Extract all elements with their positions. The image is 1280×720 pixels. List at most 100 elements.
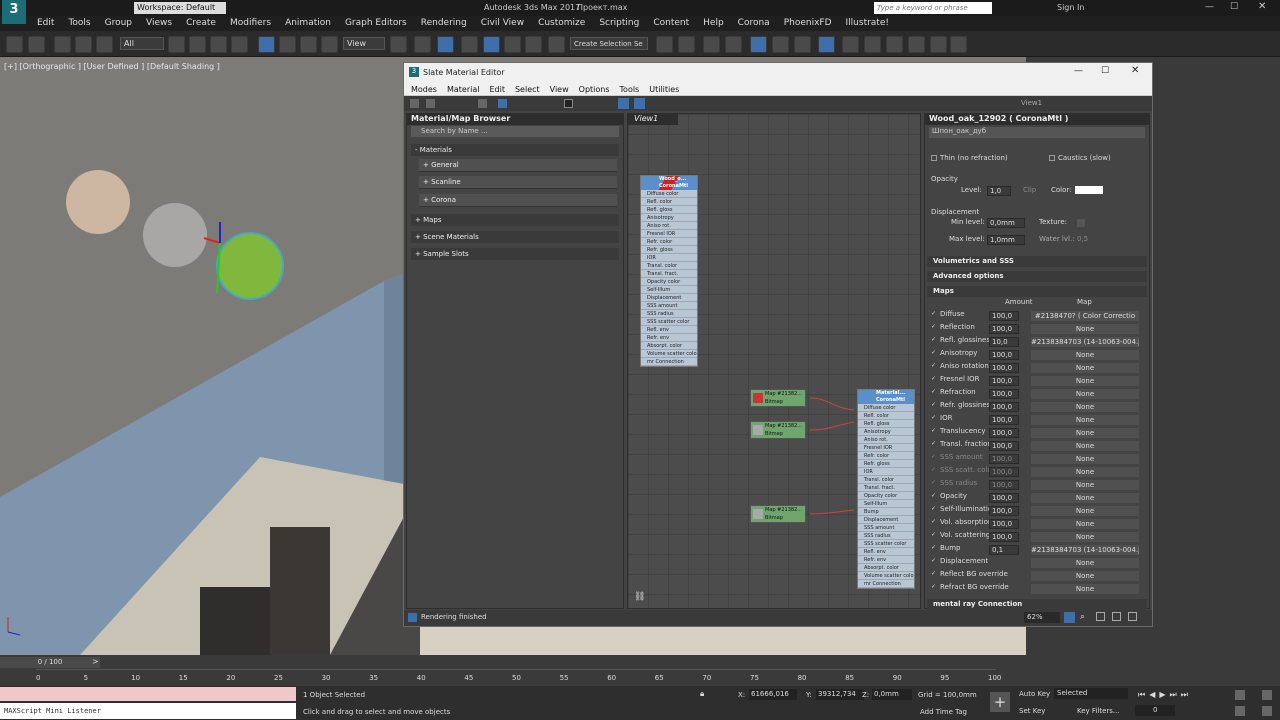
node-slot[interactable]: Refr. color [641, 238, 697, 246]
map-enable-checkbox[interactable]: ✓ [931, 363, 937, 369]
named-selection-set-dropdown[interactable]: Create Selection Se [570, 37, 648, 50]
browser-search-input[interactable]: Search by Name ... [411, 126, 619, 137]
map-slot-button[interactable]: None [1031, 519, 1139, 529]
node-slot[interactable]: Transl. fract. [641, 270, 697, 278]
rollout-mental-ray-connection[interactable]: mental ray Connection [927, 599, 1147, 610]
menu-item-3[interactable]: Views [139, 17, 179, 29]
node-slot[interactable]: Refl. color [858, 412, 914, 420]
menu-item-10[interactable]: Customize [531, 17, 592, 29]
material-node-wood-oak[interactable]: Wood_o... CoronaMtl Diffuse color Refl. c… [640, 175, 698, 367]
menu-item-4[interactable]: Create [179, 17, 223, 29]
opacity-color-swatch[interactable] [1075, 186, 1103, 194]
map-slot-button[interactable]: None [1031, 454, 1139, 464]
map-amount-spinner[interactable]: 100,0 [989, 493, 1019, 503]
workspace-dropdown[interactable]: Workspace: Default [134, 2, 226, 14]
map-slot-button[interactable]: None [1031, 558, 1139, 568]
map-amount-spinner[interactable]: 100,0 [989, 402, 1019, 412]
pan-icon[interactable] [1064, 612, 1075, 623]
minimize-icon[interactable]: — [1205, 2, 1214, 12]
map-enable-checkbox[interactable]: ✓ [931, 532, 937, 538]
min-level-spinner[interactable]: 0,0mm [987, 218, 1025, 228]
current-frame-field[interactable]: 0 [1135, 705, 1175, 716]
bitmap-node-2[interactable]: Map #21382... Bitmap [750, 421, 806, 439]
node-slot[interactable]: Refl. gloss [641, 206, 697, 214]
undo-icon[interactable] [6, 36, 23, 53]
browser-section-sample-slots[interactable]: + Sample Slots [411, 248, 619, 260]
map-amount-spinner[interactable]: 100,0 [989, 363, 1019, 373]
pick-material-icon[interactable] [426, 99, 435, 108]
node-slot[interactable]: SSS radius [641, 310, 697, 318]
node-slot[interactable]: Displacement [858, 516, 914, 524]
map-slot-button[interactable]: None [1031, 428, 1139, 438]
sme-close-icon[interactable]: ✕ [1131, 65, 1139, 76]
sme-minimize-icon[interactable]: — [1074, 66, 1083, 76]
rollout-volumetrics-sss[interactable]: Volumetrics and SSS [927, 256, 1147, 267]
delete-selected-icon[interactable] [478, 99, 487, 108]
map-slot-button[interactable]: None [1031, 571, 1139, 581]
map-enable-checkbox[interactable]: ✓ [931, 506, 937, 512]
auto-key-button[interactable]: Auto Key [1019, 690, 1050, 698]
app-logo-icon[interactable]: 3 [2, 0, 26, 24]
node-slot[interactable]: Refr. color [858, 452, 914, 460]
map-slot-button[interactable]: None [1031, 480, 1139, 490]
map-amount-spinner[interactable]: 100,0 [989, 415, 1019, 425]
sme-menu-item-6[interactable]: Tools [615, 83, 645, 96]
map-slot-button[interactable]: #2138470? ( Color Correctio [1031, 311, 1139, 321]
snaps-toggle-icon[interactable] [461, 36, 478, 53]
material-node-second[interactable]: Material... CoronaMtl Diffuse color Refl.… [857, 389, 915, 589]
node-slot[interactable]: Diffuse color [858, 404, 914, 412]
map-slot-button[interactable]: None [1031, 467, 1139, 477]
sme-menu-item-3[interactable]: Select [510, 83, 545, 96]
sme-menu-item-0[interactable]: Modes [406, 83, 442, 96]
map-slot-button[interactable]: None [1031, 506, 1139, 516]
max-level-spinner[interactable]: 1,0mm [987, 235, 1025, 245]
map-enable-checkbox[interactable]: ✓ [931, 545, 937, 551]
node-slot[interactable]: Fresnel IOR [641, 230, 697, 238]
map-enable-checkbox[interactable]: ✓ [931, 571, 937, 577]
map-enable-checkbox[interactable]: ✓ [931, 519, 937, 525]
node-slot[interactable]: Anisotropy [641, 214, 697, 222]
z-coordinate-field[interactable]: 0,0mm [872, 689, 912, 700]
node-slot[interactable]: Refr. env [858, 556, 914, 564]
maximize-icon[interactable]: ☐ [1230, 2, 1238, 12]
node-slot[interactable]: IOR [641, 254, 697, 262]
sme-menu-item-7[interactable]: Utilities [644, 83, 684, 96]
browser-section-materials[interactable]: - Materials [411, 144, 619, 156]
map-slot-button[interactable]: None [1031, 363, 1139, 373]
search-input[interactable]: Type a keyword or phrase [874, 2, 992, 14]
select-and-move-icon[interactable] [258, 36, 275, 53]
menu-item-7[interactable]: Graph Editors [338, 17, 414, 29]
browser-section-scene-materials[interactable]: + Scene Materials [411, 231, 619, 243]
sign-in-link[interactable]: Sign In [1057, 3, 1084, 12]
menu-item-2[interactable]: Group [98, 17, 139, 29]
map-enable-checkbox[interactable]: ✓ [931, 376, 937, 382]
show-background-icon[interactable] [564, 99, 573, 108]
node-slot[interactable]: SSS radius [858, 532, 914, 540]
node-slot[interactable]: Diffuse color [641, 190, 697, 198]
curve-editor-icon[interactable] [772, 36, 789, 53]
node-slot[interactable]: Aniso rot. [641, 222, 697, 230]
node-slot[interactable]: Refl. env [858, 548, 914, 556]
menu-item-15[interactable]: PhoenixFD [777, 17, 839, 29]
manipulate-icon[interactable] [414, 36, 431, 53]
map-slot-button[interactable]: None [1031, 493, 1139, 503]
maxscript-mini-listener[interactable]: MAXScript Mini Listener [0, 703, 296, 719]
time-config-icon[interactable] [1235, 690, 1245, 700]
assign-material-icon[interactable] [498, 99, 507, 108]
map-amount-spinner[interactable]: 100,0 [989, 350, 1019, 360]
edit-named-selection-icon[interactable] [548, 36, 565, 53]
select-and-place-icon[interactable] [321, 36, 338, 53]
map-slot-button[interactable]: None [1031, 350, 1139, 360]
node-slot[interactable]: Transl. color [858, 476, 914, 484]
render-production-icon[interactable] [886, 36, 903, 53]
map-enable-checkbox[interactable]: ✓ [931, 584, 937, 590]
map-amount-spinner[interactable]: 100,0 [989, 428, 1019, 438]
lock-selection-icon[interactable]: 🔒︎ [700, 689, 704, 699]
link-icon[interactable] [54, 36, 71, 53]
texture-map-button[interactable] [1077, 219, 1085, 227]
map-enable-checkbox[interactable]: ✓ [931, 467, 937, 473]
map-amount-spinner[interactable]: 0,1 [989, 545, 1019, 555]
spinner-snap-icon[interactable] [525, 36, 542, 53]
browser-group-scanline[interactable]: + Scanline [419, 176, 617, 189]
map-enable-checkbox[interactable]: ✓ [931, 350, 937, 356]
